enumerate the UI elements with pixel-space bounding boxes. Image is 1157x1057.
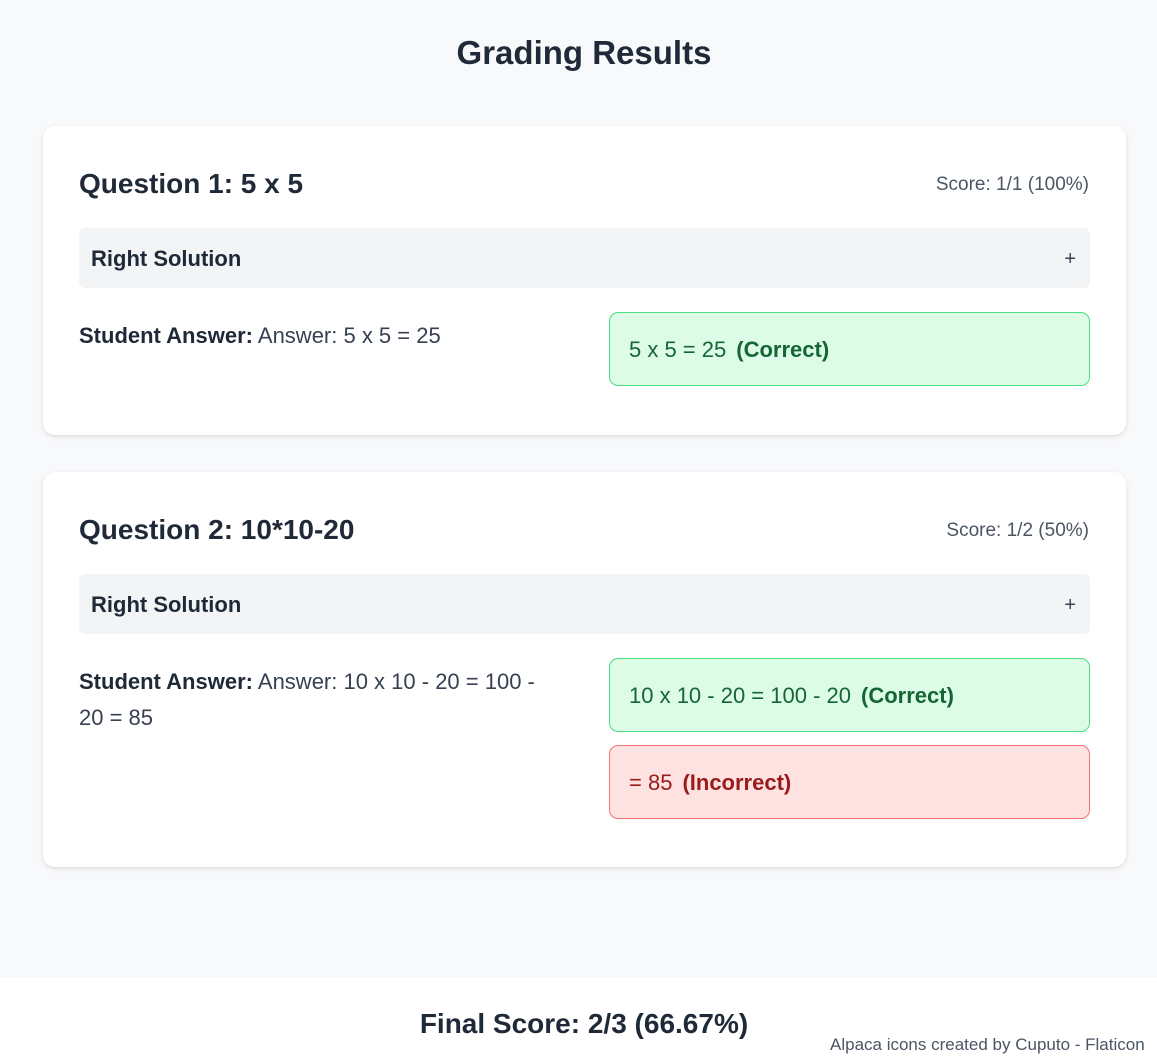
footer: Final Score: 2/3 (66.67%) Alpaca icons c… (0, 977, 1157, 1057)
step-text: = 85 (629, 770, 673, 795)
student-answer: Student Answer: Answer: 5 x 5 = 25 (79, 318, 565, 354)
step-text: 5 x 5 = 25 (629, 337, 727, 362)
plus-icon[interactable]: + (1064, 594, 1076, 617)
answer-step-incorrect: = 85 (Incorrect) (609, 745, 1090, 819)
question-title: Question 2: 10*10-20 (79, 514, 355, 545)
grading-results-page: Grading Results Question 1: 5 x 5 Score:… (0, 0, 1157, 1057)
plus-icon[interactable]: + (1064, 248, 1076, 271)
student-answer: Student Answer: Answer: 10 x 10 - 20 = 1… (79, 664, 565, 736)
right-solution-label: Right Solution (91, 246, 242, 271)
student-answer-label: Student Answer: (79, 669, 253, 694)
question-title: Question 1: 5 x 5 (79, 168, 304, 199)
question-score: Score: 1/1 (100%) (935, 174, 1089, 195)
right-solution-toggle[interactable]: Right Solution + (79, 574, 1090, 634)
step-status: (Correct) (736, 337, 830, 362)
question-card: Question 1: 5 x 5 Score: 1/1 (100%) Righ… (43, 126, 1126, 435)
question-score: Score: 1/2 (50%) (946, 520, 1089, 541)
question-card: Question 2: 10*10-20 Score: 1/2 (50%) Ri… (43, 472, 1126, 867)
answer-step-correct: 5 x 5 = 25 (Correct) (609, 312, 1090, 386)
icon-credit-link[interactable]: Alpaca icons created by Cuputo - Flatico… (830, 1035, 1145, 1055)
student-answer-label: Student Answer: (79, 323, 253, 348)
right-solution-label: Right Solution (91, 592, 242, 617)
step-text: 10 x 10 - 20 = 100 - 20 (629, 683, 851, 708)
answer-step-correct: 10 x 10 - 20 = 100 - 20 (Correct) (609, 658, 1090, 732)
step-status: (Incorrect) (682, 770, 792, 795)
student-answer-text: Answer: 5 x 5 = 25 (257, 323, 441, 348)
step-status: (Correct) (861, 683, 954, 708)
page-title: Grading Results (456, 34, 712, 71)
right-solution-toggle[interactable]: Right Solution + (79, 228, 1090, 288)
